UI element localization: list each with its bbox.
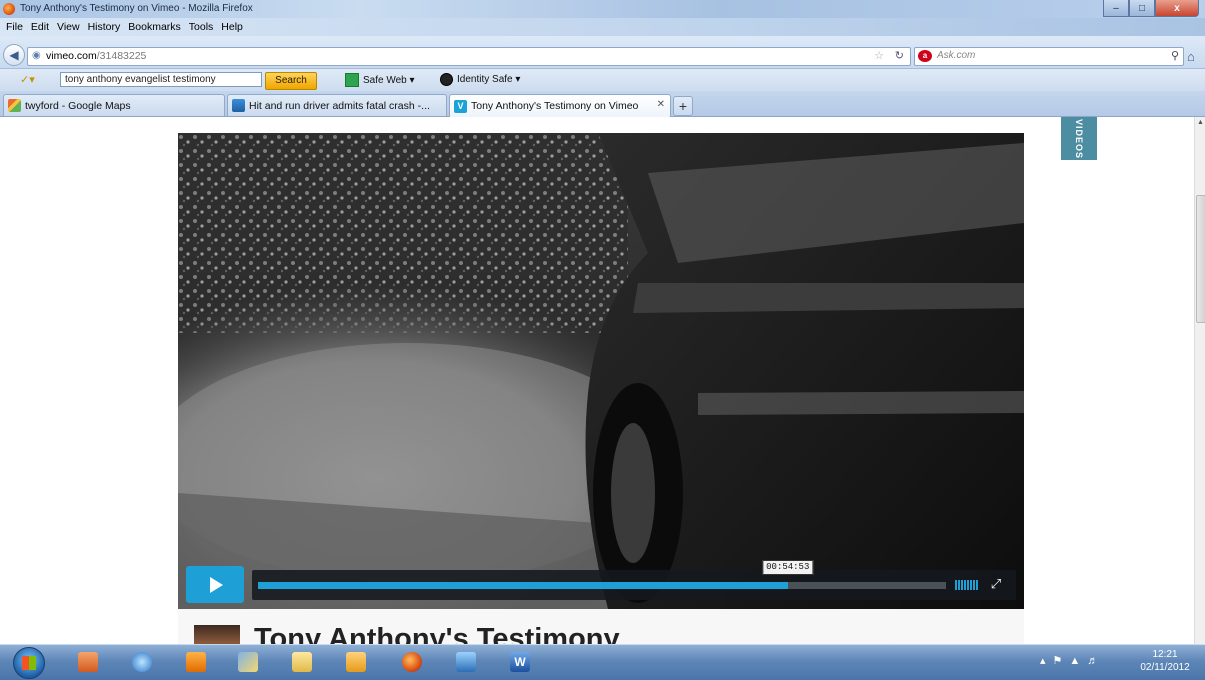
new-tab-button[interactable]: + — [673, 96, 693, 116]
menu-edit[interactable]: Edit — [27, 18, 53, 33]
windows-logo-icon — [22, 656, 36, 670]
safe-web-icon — [345, 73, 359, 87]
bookmark-star-icon[interactable]: ☆ — [874, 49, 884, 62]
clock[interactable]: 12:21 02/11/2012 — [1134, 648, 1196, 674]
tab-hit-and-run[interactable]: Hit and run driver admits fatal crash -.… — [227, 94, 447, 116]
progress-fill — [258, 582, 788, 589]
url-path: /31483225 — [96, 50, 147, 62]
vimeo-icon: V — [454, 99, 467, 113]
menu-file[interactable]: File — [2, 18, 27, 33]
firefox-icon — [3, 3, 15, 15]
play-button[interactable] — [186, 566, 244, 603]
videos-side-tab[interactable]: VIDEOS — [1061, 117, 1097, 160]
menu-bookmarks[interactable]: Bookmarks — [124, 18, 185, 33]
video-title: Tony Anthony's Testimony — [254, 623, 620, 644]
identity-safe-icon — [440, 73, 453, 86]
reload-icon[interactable]: ↻ — [895, 49, 904, 62]
volume-control[interactable] — [955, 580, 978, 590]
taskbar: W ▴ ⚑ ▲ ♬ 12:21 02/11/2012 — [0, 644, 1205, 680]
clock-date: 02/11/2012 — [1140, 662, 1190, 673]
toolbar-search-button[interactable]: Search — [265, 72, 317, 90]
search-icon[interactable]: ⚲ — [1171, 49, 1179, 62]
url-host: vimeo.com — [46, 50, 97, 62]
safe-web-label: Safe Web ▾ — [363, 74, 415, 86]
window-titlebar: Tony Anthony's Testimony on Vimeo - Mozi… — [0, 0, 1205, 18]
player-controls: 00:54:53 ⤢ — [252, 560, 1016, 600]
scroll-up-icon[interactable]: ▲ — [1197, 119, 1204, 126]
start-button[interactable] — [13, 647, 45, 679]
videos-side-tab-label: VIDEOS — [1074, 118, 1084, 160]
ask-logo-icon[interactable]: a — [918, 50, 932, 62]
action-center-icon[interactable]: ⚑ — [1053, 654, 1063, 667]
timecode-tooltip: 00:54:53 — [762, 560, 814, 575]
tab-vimeo[interactable]: V Tony Anthony's Testimony on Vimeo ✕ — [449, 94, 671, 117]
vertical-scrollbar[interactable]: ▲ — [1194, 117, 1205, 644]
explorer-icon[interactable] — [284, 648, 320, 676]
ask-toolbar: ✓▾ tony anthony evangelist testimony Sea… — [0, 69, 1205, 91]
menu-bar: File Edit View History Bookmarks Tools Help — [0, 18, 1205, 36]
volume-icon[interactable]: ♬ — [1087, 655, 1098, 667]
outlook-icon[interactable] — [70, 648, 106, 676]
system-tray: ▴ ⚑ ▲ ♬ — [1040, 654, 1098, 668]
menu-history[interactable]: History — [84, 18, 125, 33]
identity-safe-button[interactable]: Identity Safe ▾ — [440, 73, 520, 86]
scrollbar-thumb[interactable] — [1196, 195, 1205, 323]
video-frame[interactable]: 00:54:53 ⤢ — [178, 133, 1024, 609]
video-title-area: Tony Anthony's Testimony — [178, 609, 1024, 644]
menu-tools[interactable]: Tools — [185, 18, 218, 33]
ie-icon[interactable] — [124, 648, 160, 676]
maps-icon — [8, 99, 21, 112]
address-bar[interactable]: ◉ vimeo.com/31483225 ☆ ↻ — [27, 47, 911, 66]
tab-label: Hit and run driver admits fatal crash -.… — [249, 99, 430, 112]
maximize-button[interactable]: □ — [1129, 0, 1155, 17]
minimize-button[interactable]: – — [1103, 0, 1129, 17]
close-tab-icon[interactable]: ✕ — [657, 99, 665, 110]
network-signal-icon[interactable]: ▲ — [1069, 655, 1080, 667]
search-engine-name: Ask.com — [937, 50, 976, 61]
network-icon[interactable] — [448, 648, 484, 676]
fullscreen-icon[interactable]: ⤢ — [989, 577, 1003, 591]
news-icon — [232, 99, 245, 112]
window-title: Tony Anthony's Testimony on Vimeo - Mozi… — [20, 3, 253, 14]
tab-label: Tony Anthony's Testimony on Vimeo — [471, 100, 639, 112]
paint-icon[interactable] — [230, 648, 266, 676]
progress-track[interactable]: 00:54:53 — [258, 560, 946, 589]
navigation-bar: ◀ ◉ vimeo.com/31483225 ☆ ↻ a Ask.com ⚲ ⌂ — [0, 36, 1205, 69]
tab-label: twyford - Google Maps — [25, 99, 131, 112]
home-icon[interactable]: ⌂ — [1187, 49, 1195, 64]
tab-google-maps[interactable]: twyford - Google Maps — [3, 94, 225, 116]
video-still — [178, 133, 1024, 609]
tray-arrow-icon[interactable]: ▴ — [1040, 654, 1046, 667]
identity-safe-label: Identity Safe ▾ — [457, 74, 521, 85]
tab-strip: twyford - Google Maps Hit and run driver… — [0, 91, 1205, 117]
menu-view[interactable]: View — [53, 18, 84, 33]
page-content: VIDEOS 00:54:53 ⤢ Tony Anthony's Testimo… — [0, 117, 1194, 644]
media-icon[interactable] — [178, 648, 214, 676]
clock-time: 12:21 — [1152, 649, 1178, 660]
video-card: 00:54:53 ⤢ Tony Anthony's Testimony — [178, 133, 1024, 644]
close-window-button[interactable]: x — [1155, 0, 1199, 17]
toolbar-search-input[interactable]: tony anthony evangelist testimony — [60, 72, 262, 87]
site-identity-icon[interactable]: ◉ — [32, 50, 41, 61]
word-icon[interactable]: W — [502, 648, 538, 676]
back-button[interactable]: ◀ — [3, 44, 25, 66]
firefox-taskbar-icon[interactable] — [394, 648, 430, 676]
safe-web-button[interactable]: Safe Web ▾ — [345, 73, 415, 87]
ask-menu-icon[interactable]: ✓▾ — [20, 73, 50, 87]
play-icon — [210, 576, 223, 593]
menu-help[interactable]: Help — [217, 18, 247, 33]
search-box[interactable]: a Ask.com ⚲ — [914, 47, 1184, 66]
avatar[interactable] — [194, 625, 240, 644]
photos-icon[interactable] — [338, 648, 374, 676]
